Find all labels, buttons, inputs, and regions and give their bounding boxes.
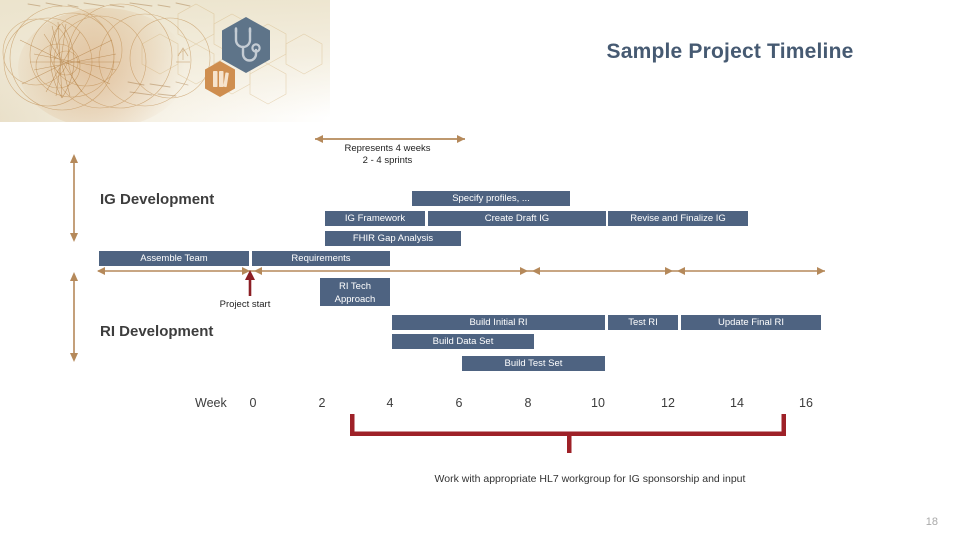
scale-legend-label: Represents 4 weeks 2 - 4 sprints — [300, 143, 475, 167]
gantt-bar-specify-profiles[interactable]: Specify profiles, ... — [412, 191, 570, 206]
gantt-bar-build-data-set[interactable]: Build Data Set — [392, 334, 534, 349]
page-title: Sample Project Timeline — [606, 40, 854, 63]
week-tick-16: 16 — [799, 396, 813, 410]
project-start-label: Project start — [219, 299, 271, 310]
ig-development-span-arrow-icon — [70, 154, 78, 242]
page-number: 18 — [925, 516, 938, 528]
artwork-sketch-lines — [2, 2, 323, 111]
ri-development-span-arrow-icon — [70, 272, 78, 362]
hl7-workgroup-bracket — [350, 414, 786, 453]
scale-legend-line2: 2 - 4 sprints — [362, 155, 413, 166]
gantt-bar-build-initial-ri[interactable]: Build Initial RI — [392, 315, 605, 330]
books-hex-badge — [203, 60, 237, 98]
week-axis-label: Week — [195, 396, 227, 410]
week-tick-12: 12 — [661, 396, 675, 410]
gantt-bar-create-draft-ig[interactable]: Create Draft IG — [428, 211, 606, 226]
week-tick-4: 4 — [386, 396, 394, 410]
week-tick-8: 8 — [524, 396, 532, 410]
gantt-bar-test-ri[interactable]: Test RI — [608, 315, 678, 330]
slide-canvas: Sample Project Timeline Represents 4 wee… — [0, 0, 960, 540]
footnote-text: Work with appropriate HL7 workgroup for … — [434, 473, 746, 485]
section-heading-ri-development: RI Development — [100, 323, 214, 340]
gantt-bar-ri-tech-approach[interactable]: RI Tech Approach — [320, 278, 390, 306]
section-heading-ig-development: IG Development — [100, 191, 215, 208]
gantt-bar-ig-framework[interactable]: IG Framework — [325, 211, 425, 226]
week-tick-6: 6 — [455, 396, 463, 410]
gantt-bar-update-final-ri[interactable]: Update Final RI — [681, 315, 821, 330]
timeline-axis — [97, 267, 825, 275]
gantt-bar-build-test-set[interactable]: Build Test Set — [462, 356, 605, 371]
gantt-bar-revise-and-finalize-ig[interactable]: Revise and Finalize IG — [608, 211, 748, 226]
header-artwork — [0, 0, 330, 122]
project-start-marker-icon — [245, 270, 255, 296]
week-tick-10: 10 — [591, 396, 605, 410]
gantt-bar-ri-tech-approach-line2: Approach — [334, 294, 376, 305]
week-tick-2: 2 — [318, 396, 326, 410]
scale-legend-line1: Represents 4 weeks — [344, 143, 431, 154]
week-tick-0: 0 — [249, 396, 257, 410]
gantt-bar-ri-tech-approach-line1: RI Tech — [338, 281, 372, 292]
week-tick-14: 14 — [730, 396, 744, 410]
gantt-bar-fhir-gap-analysis[interactable]: FHIR Gap Analysis — [325, 231, 461, 246]
